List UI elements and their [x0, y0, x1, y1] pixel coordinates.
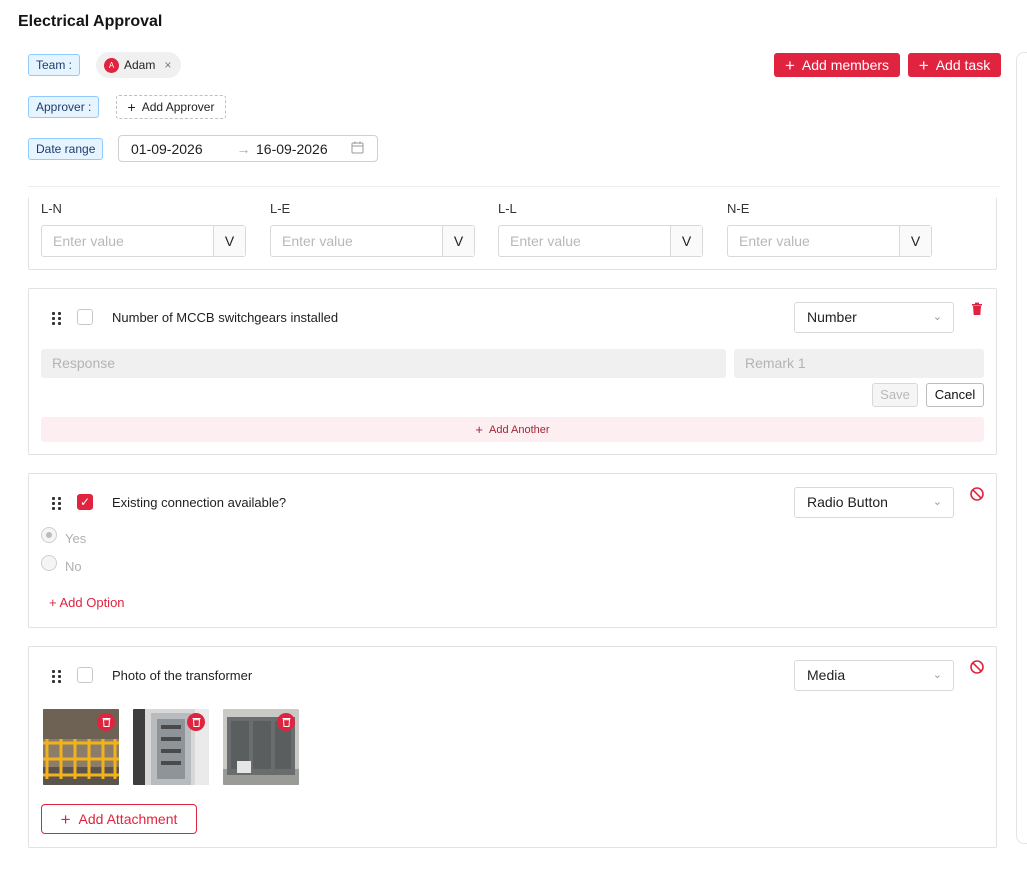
remark-input[interactable]: Remark 1 — [734, 349, 984, 378]
drag-handle-icon[interactable] — [52, 312, 61, 325]
date-range-picker[interactable]: 01-09-2026 → 16-09-2026 — [118, 135, 378, 162]
select-value: Radio Button — [807, 494, 888, 510]
le-placeholder[interactable]: Enter value — [271, 226, 442, 256]
question-text[interactable]: Photo of the transformer — [112, 668, 252, 683]
ne-value-input[interactable]: Enter value V — [727, 225, 932, 257]
team-label: Team : — [28, 54, 81, 76]
attachment-thumbnail[interactable] — [223, 709, 299, 785]
field-label-le: L-E — [270, 201, 291, 216]
question-checkbox[interactable] — [77, 667, 93, 683]
delete-attachment-icon[interactable] — [277, 713, 295, 731]
page-title: Electrical Approval — [18, 13, 163, 30]
chevron-down-icon: ⌄ — [932, 311, 942, 323]
calendar-icon — [351, 141, 364, 157]
response-input[interactable]: Response — [41, 349, 726, 378]
add-attachment-label: Add Attachment — [78, 811, 178, 827]
trash-icon[interactable] — [970, 302, 984, 316]
select-value: Media — [807, 667, 846, 683]
drag-handle-icon[interactable] — [52, 497, 61, 510]
add-task-label: Add task — [935, 57, 991, 73]
ne-placeholder[interactable]: Enter value — [728, 226, 899, 256]
add-members-button[interactable]: + Add members — [774, 53, 900, 77]
team-member-name: Adam — [124, 58, 156, 72]
unit-addon: V — [670, 226, 702, 256]
team-member-chip[interactable]: A Adam × — [96, 52, 182, 78]
radio-no[interactable] — [41, 555, 57, 571]
avatar: A — [104, 57, 119, 73]
attachment-thumbnail[interactable] — [43, 709, 119, 785]
ll-value-input[interactable]: Enter value V — [498, 225, 703, 257]
delete-attachment-icon[interactable] — [187, 713, 205, 731]
question-checkbox[interactable]: ✓ — [77, 494, 93, 510]
question-text[interactable]: Number of MCCB switchgears installed — [112, 310, 338, 325]
disable-icon[interactable] — [969, 659, 985, 675]
field-label-ne: N-E — [727, 201, 750, 216]
plus-icon: + — [60, 809, 71, 829]
add-option-link[interactable]: + Add Option — [49, 595, 125, 610]
add-members-label: Add members — [801, 57, 890, 73]
approver-label: Approver : — [28, 96, 100, 118]
side-panel — [1016, 52, 1027, 844]
question-checkbox[interactable] — [77, 309, 93, 325]
close-icon[interactable]: × — [164, 58, 171, 72]
add-attachment-button[interactable]: + Add Attachment — [41, 804, 197, 834]
question-text[interactable]: Existing connection available? — [112, 495, 286, 510]
question-type-select[interactable]: Radio Button ⌄ — [794, 487, 954, 518]
divider — [28, 186, 1000, 187]
ll-placeholder[interactable]: Enter value — [499, 226, 670, 256]
ln-value-input[interactable]: Enter value V — [41, 225, 246, 257]
field-label-ll: L-L — [498, 201, 517, 216]
plus-icon: + — [475, 422, 484, 437]
chevron-down-icon: ⌄ — [932, 669, 942, 681]
save-button[interactable]: Save — [872, 383, 918, 407]
question-type-select[interactable]: Media ⌄ — [794, 660, 954, 691]
add-task-button[interactable]: + Add task — [908, 53, 1001, 77]
disable-icon[interactable] — [969, 486, 985, 502]
add-another-button[interactable]: + Add Another — [41, 417, 984, 442]
delete-attachment-icon[interactable] — [97, 713, 115, 731]
radio-label-yes: Yes — [65, 531, 87, 546]
cancel-button[interactable]: Cancel — [926, 383, 984, 407]
drag-handle-icon[interactable] — [52, 670, 61, 683]
radio-label-no: No — [65, 559, 82, 574]
field-label-ln: L-N — [41, 201, 62, 216]
radio-yes[interactable] — [41, 527, 57, 543]
le-value-input[interactable]: Enter value V — [270, 225, 475, 257]
unit-addon: V — [442, 226, 474, 256]
date-end[interactable]: 16-09-2026 — [256, 141, 351, 157]
unit-addon: V — [213, 226, 245, 256]
plus-icon: + — [918, 55, 929, 75]
question-type-select[interactable]: Number ⌄ — [794, 302, 954, 333]
ln-placeholder[interactable]: Enter value — [42, 226, 213, 256]
unit-addon: V — [899, 226, 931, 256]
chevron-down-icon: ⌄ — [932, 496, 942, 508]
add-approver-label: Add Approver — [141, 100, 215, 114]
select-value: Number — [807, 309, 857, 325]
add-another-label: Add Another — [489, 423, 550, 436]
date-start[interactable]: 01-09-2026 — [131, 141, 231, 157]
plus-icon: + — [127, 99, 136, 115]
add-approver-button[interactable]: + Add Approver — [116, 95, 226, 119]
plus-icon: + — [784, 55, 795, 75]
attachment-thumbnail[interactable] — [133, 709, 209, 785]
date-range-label: Date range — [28, 138, 104, 160]
arrow-right-icon: → — [236, 140, 251, 157]
